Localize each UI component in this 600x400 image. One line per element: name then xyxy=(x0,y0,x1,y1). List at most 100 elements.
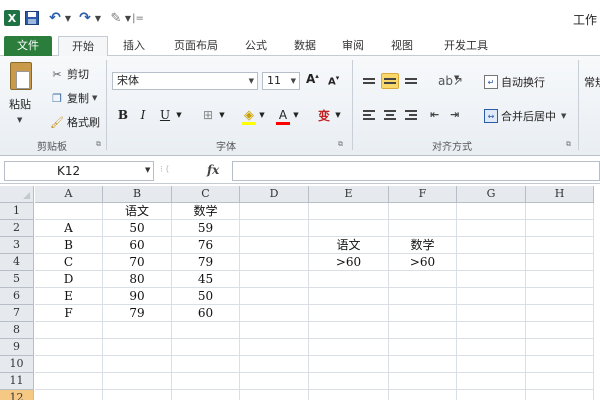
cell-e7[interactable] xyxy=(309,305,389,322)
tab-review[interactable]: 审阅 xyxy=(338,36,368,56)
cell-g1[interactable] xyxy=(457,203,526,220)
clipboard-launcher-icon[interactable]: ⧉ xyxy=(96,140,101,149)
row-header-6[interactable]: 6 xyxy=(0,288,34,305)
column-header-a[interactable]: A xyxy=(35,186,103,203)
cell-f2[interactable] xyxy=(389,220,457,237)
paste-icon[interactable] xyxy=(10,62,32,90)
tab-developer[interactable]: 开发工具 xyxy=(436,36,496,56)
cell-g2[interactable] xyxy=(457,220,526,237)
alignment-launcher-icon[interactable]: ⧉ xyxy=(566,140,571,149)
font-launcher-icon[interactable]: ⧉ xyxy=(338,140,343,149)
cell-c9[interactable] xyxy=(172,339,240,356)
cell-a6[interactable]: E xyxy=(35,288,103,305)
column-header-d[interactable]: D xyxy=(240,186,309,203)
row-header-12[interactable]: 12 xyxy=(0,390,34,400)
cell-c3[interactable]: 76 xyxy=(172,237,240,254)
paste-button[interactable]: 粘贴 xyxy=(9,96,31,112)
select-all-corner[interactable] xyxy=(0,186,34,203)
tab-home[interactable]: 开始 xyxy=(58,36,108,58)
format-brush-icon[interactable]: ✎ xyxy=(108,10,124,26)
row-header-9[interactable]: 9 xyxy=(0,339,34,356)
column-header-b[interactable]: B xyxy=(103,186,172,203)
underline-dropdown-icon[interactable]: ▼ xyxy=(175,106,183,124)
cell-d2[interactable] xyxy=(240,220,309,237)
cell-b3[interactable]: 60 xyxy=(103,237,172,254)
cell-b1[interactable]: 语文 xyxy=(103,203,172,220)
cell-d1[interactable] xyxy=(240,203,309,220)
phonetic-dropdown-icon[interactable]: ▼ xyxy=(334,106,342,124)
cell-a9[interactable] xyxy=(35,339,103,356)
cell-b11[interactable] xyxy=(103,373,172,390)
cell-g12[interactable] xyxy=(457,390,526,400)
worksheet-grid[interactable]: A B C D E F G H 1 语文 数学 2 A 50 59 3 B 60 76 语文 数学 4 C 70 79 >60 >6… xyxy=(0,186,600,400)
cell-c10[interactable] xyxy=(172,356,240,373)
orientation-dropdown-icon[interactable]: ▼ xyxy=(454,74,459,82)
cell-h4[interactable] xyxy=(526,254,594,271)
cell-a11[interactable] xyxy=(35,373,103,390)
cell-d4[interactable] xyxy=(240,254,309,271)
cell-h1[interactable] xyxy=(526,203,594,220)
cell-g10[interactable] xyxy=(457,356,526,373)
align-center-icon[interactable] xyxy=(381,107,399,123)
cell-a10[interactable] xyxy=(35,356,103,373)
cell-c1[interactable]: 数学 xyxy=(172,203,240,220)
cell-h12[interactable] xyxy=(526,390,594,400)
cell-f8[interactable] xyxy=(389,322,457,339)
font-name-select[interactable]: 宋体 ▼ xyxy=(112,72,258,90)
cell-a5[interactable]: D xyxy=(35,271,103,288)
row-header-3[interactable]: 3 xyxy=(0,237,34,254)
cell-f1[interactable] xyxy=(389,203,457,220)
cell-a8[interactable] xyxy=(35,322,103,339)
underline-button[interactable]: U xyxy=(158,106,172,124)
row-header-8[interactable]: 8 xyxy=(0,322,34,339)
tab-view[interactable]: 视图 xyxy=(387,36,417,56)
cell-f12[interactable] xyxy=(389,390,457,400)
cell-g9[interactable] xyxy=(457,339,526,356)
align-top-icon[interactable] xyxy=(360,73,378,89)
cell-a4[interactable]: C xyxy=(35,254,103,271)
cell-h10[interactable] xyxy=(526,356,594,373)
cell-h5[interactable] xyxy=(526,271,594,288)
row-header-11[interactable]: 11 xyxy=(0,373,34,390)
tab-page-layout[interactable]: 页面布局 xyxy=(168,36,224,56)
cell-d6[interactable] xyxy=(240,288,309,305)
cell-g11[interactable] xyxy=(457,373,526,390)
cell-d11[interactable] xyxy=(240,373,309,390)
cell-c5[interactable]: 45 xyxy=(172,271,240,288)
copy-dropdown-icon[interactable]: ▼ xyxy=(92,94,97,102)
cell-b6[interactable]: 90 xyxy=(103,288,172,305)
align-bottom-icon[interactable] xyxy=(402,73,420,89)
bold-button[interactable]: B xyxy=(116,106,130,124)
redo-icon[interactable]: ↷ xyxy=(78,10,92,26)
cell-f6[interactable] xyxy=(389,288,457,305)
save-icon[interactable] xyxy=(25,10,39,26)
cell-e5[interactable] xyxy=(309,271,389,288)
cell-c8[interactable] xyxy=(172,322,240,339)
cell-e8[interactable] xyxy=(309,322,389,339)
font-color-dropdown-icon[interactable]: ▼ xyxy=(292,106,300,124)
cell-b5[interactable]: 80 xyxy=(103,271,172,288)
cell-a7[interactable]: F xyxy=(35,305,103,322)
cell-d5[interactable] xyxy=(240,271,309,288)
cell-b7[interactable]: 79 xyxy=(103,305,172,322)
cell-c11[interactable] xyxy=(172,373,240,390)
cell-c2[interactable]: 59 xyxy=(172,220,240,237)
number-format-select[interactable]: 常规 xyxy=(584,74,600,90)
phonetic-guide-button[interactable]: 变 xyxy=(316,106,332,124)
cell-h7[interactable] xyxy=(526,305,594,322)
cell-f4[interactable]: >60 xyxy=(389,254,457,271)
align-left-icon[interactable] xyxy=(360,107,378,123)
cell-h11[interactable] xyxy=(526,373,594,390)
cell-g4[interactable] xyxy=(457,254,526,271)
brush-dropdown-icon[interactable]: ▼ xyxy=(124,10,132,26)
font-size-select[interactable]: 11 ▼ xyxy=(262,72,300,90)
formula-bar-handle-icon[interactable]: ⁝ ( xyxy=(160,165,169,175)
cell-h8[interactable] xyxy=(526,322,594,339)
cell-e11[interactable] xyxy=(309,373,389,390)
column-header-c[interactable]: C xyxy=(172,186,240,203)
cell-f11[interactable] xyxy=(389,373,457,390)
cell-h2[interactable] xyxy=(526,220,594,237)
cell-d12[interactable] xyxy=(240,390,309,400)
cell-h3[interactable] xyxy=(526,237,594,254)
align-middle-icon[interactable] xyxy=(381,73,399,89)
